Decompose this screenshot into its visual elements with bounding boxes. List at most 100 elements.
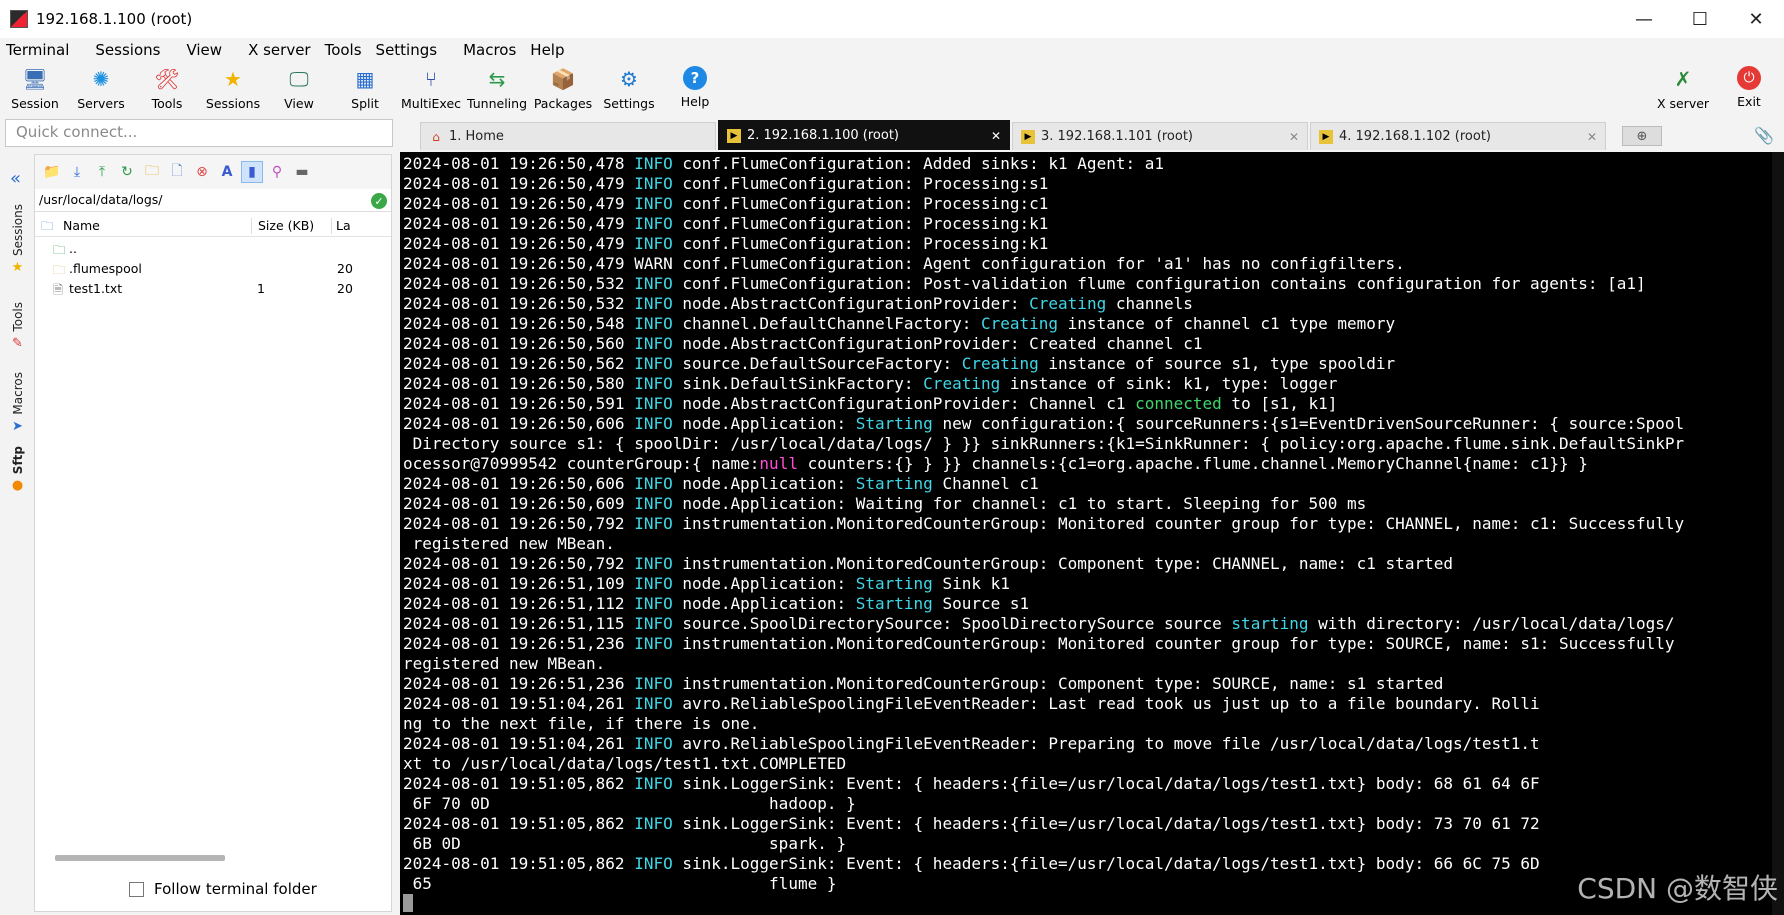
help-button[interactable]: ? Help [660, 66, 730, 109]
terminal-highlight: INFO [634, 614, 673, 633]
servers-button[interactable]: ✺ Servers [66, 66, 136, 111]
tab-session-3-label: 3. 192.168.1.101 (root) [1041, 129, 1193, 144]
tab-session-3[interactable]: ▶ 3. 192.168.1.101 (root) ✕ [1012, 122, 1308, 150]
close-button[interactable]: ✕ [1728, 0, 1784, 38]
download-icon[interactable]: ⤓ [66, 161, 88, 183]
new-tab-button[interactable]: ⊕ [1622, 126, 1662, 146]
column-last-modified[interactable]: La [331, 218, 351, 234]
exit-button[interactable]: ⏻ Exit [1714, 66, 1784, 109]
terminal-text: instance of channel c1 type memory [1058, 314, 1396, 333]
refresh-icon[interactable]: ↻ [116, 161, 138, 183]
menu-help[interactable]: Help [530, 41, 564, 59]
multiexec-button[interactable]: ⑂ MultiExec [396, 66, 466, 111]
column-name[interactable]: Name [63, 218, 100, 233]
menu-sessions[interactable]: Sessions [95, 41, 160, 59]
menu-settings[interactable]: Settings [376, 41, 438, 59]
terminal-highlight: INFO [634, 394, 673, 413]
minimize-button[interactable]: — [1616, 0, 1672, 38]
terminal-highlight: INFO [634, 234, 673, 253]
terminal-text: 2024-08-01 19:26:50,478 [403, 154, 635, 173]
session-tab-bar: ⌂ 1. Home ▶ 2. 192.168.1.100 (root) ✕ ▶ … [402, 118, 1784, 152]
sftp-path-input[interactable]: /usr/local/data/logs/ ✓ [35, 190, 391, 212]
terminal-line: 2024-08-01 19:26:50,479 INFO conf.FlumeC… [403, 174, 1781, 194]
terminal-view[interactable]: 2024-08-01 19:26:50,478 INFO conf.FlumeC… [400, 152, 1784, 915]
file-row[interactable]: 🗀 .. [35, 239, 391, 259]
open-with-icon[interactable]: ⚲ [266, 161, 288, 183]
xserver-button-label: X server [1656, 96, 1710, 111]
sftp-path-text: /usr/local/data/logs/ [39, 192, 163, 207]
side-tab-sftp[interactable]: Sftp ● [6, 446, 29, 493]
sessions-button[interactable]: ★ Sessions [198, 66, 268, 111]
terminal-text: 2024-08-01 19:26:50,532 [403, 274, 635, 293]
file-name: .flumespool [69, 261, 142, 276]
side-tab-tools[interactable]: Tools ✎ [6, 302, 29, 351]
terminal-text: Sink k1 [932, 574, 1010, 593]
menu-terminal[interactable]: Terminal [6, 41, 69, 59]
new-folder-icon[interactable]: 🗀 [141, 161, 163, 183]
terminal-highlight: Starting [855, 414, 933, 433]
close-tab-icon[interactable]: ✕ [991, 129, 1001, 143]
terminal-text: node.Application: [672, 414, 856, 433]
tab-session-2[interactable]: ▶ 2. 192.168.1.100 (root) ✕ [718, 120, 1010, 150]
menu-view[interactable]: View [186, 41, 222, 59]
path-ok-icon[interactable]: ✓ [371, 193, 387, 209]
side-tab-macros[interactable]: Macros ➤ [6, 372, 29, 434]
tools-button[interactable]: 🛠 Tools [132, 66, 202, 111]
collapse-sidebar-icon[interactable]: « [10, 168, 21, 189]
view-button[interactable]: 🖵 View [264, 66, 334, 111]
rename-icon[interactable]: A [216, 161, 238, 183]
terminal-line: 2024-08-01 19:26:50,479 INFO conf.FlumeC… [403, 214, 1781, 234]
file-name: test1.txt [69, 281, 123, 296]
text-file-icon: 🗎 [53, 282, 64, 297]
terminal-text: 2024-08-01 19:26:50,562 [403, 354, 635, 373]
terminal-line: 2024-08-01 19:26:51,112 INFO node.Applic… [403, 594, 1781, 614]
tab-session-4[interactable]: ▶ 4. 192.168.1.102 (root) ✕ [1310, 122, 1606, 150]
terminal-highlight: Creating [1029, 294, 1107, 313]
terminal-line: xt to /usr/local/data/logs/test1.txt.COM… [403, 754, 1781, 774]
terminal-line: 2024-08-01 19:26:50,532 INFO node.Abstra… [403, 294, 1781, 314]
close-tab-icon[interactable]: ✕ [1289, 130, 1299, 144]
file-row[interactable]: 🗎 test1.txt 1 20 [35, 279, 391, 299]
tunneling-button-label: Tunneling [467, 96, 527, 111]
split-button[interactable]: ▦ Split [330, 66, 400, 111]
quick-connect-input[interactable]: Quick connect... [5, 119, 393, 147]
sessions-button-label: Sessions [205, 96, 261, 111]
menu-macros[interactable]: Macros [463, 41, 516, 59]
delete-icon[interactable]: ⊗ [191, 161, 213, 183]
horizontal-scrollbar[interactable] [55, 855, 225, 861]
terminal-line: 2024-08-01 19:51:05,862 INFO sink.Logger… [403, 854, 1781, 874]
servers-button-label: Servers [77, 96, 125, 111]
maximize-button[interactable]: ☐ [1672, 0, 1728, 38]
terminal-scrollbar[interactable] [1772, 152, 1784, 915]
side-tab-strip: « Sessions ★ Tools ✎ Macros ➤ Sftp ● [4, 154, 31, 915]
follow-terminal-folder-checkbox[interactable]: Follow terminal folder [129, 880, 317, 898]
session-button[interactable]: 🖥 Session [0, 66, 70, 111]
parent-folder-icon[interactable]: 📁 [41, 161, 63, 183]
side-tab-sessions[interactable]: Sessions ★ [6, 204, 29, 275]
split-button-label: Split [351, 96, 379, 111]
terminal-text: 6B 0D spark. } [403, 834, 847, 853]
close-tab-icon[interactable]: ✕ [1587, 130, 1597, 144]
upload-icon[interactable]: ⤒ [91, 161, 113, 183]
terminal-text: ng to the next file, if there is one. [403, 714, 760, 733]
window-title: 192.168.1.100 (root) [36, 10, 193, 28]
xserver-button[interactable]: ✗ X server [1648, 66, 1718, 111]
menu-xserver[interactable]: X server [248, 41, 311, 59]
terminal-sync-icon[interactable]: ▬ [291, 161, 313, 183]
attachment-icon[interactable]: 📎 [1754, 126, 1774, 145]
tunneling-button[interactable]: ⇆ Tunneling [462, 66, 532, 111]
checkbox-box[interactable] [129, 881, 144, 897]
file-properties-icon[interactable]: ▮ [241, 161, 263, 183]
new-file-icon[interactable]: 🗋 [166, 161, 188, 183]
terminal-text: node.AbstractConfigurationProvider: Chan… [672, 394, 1136, 413]
terminal-text: 2024-08-01 19:26:50,560 [403, 334, 635, 353]
title-bar: 192.168.1.100 (root) — ☐ ✕ [0, 0, 1784, 38]
column-size[interactable]: Size (KB) [251, 218, 314, 234]
tab-home[interactable]: ⌂ 1. Home [420, 122, 716, 150]
menu-tools[interactable]: Tools [325, 41, 362, 59]
settings-button[interactable]: ⚙ Settings [594, 66, 664, 111]
terminal-text: node.Application: Waiting for channel: c… [672, 494, 1367, 513]
packages-button[interactable]: 📦 Packages [528, 66, 598, 111]
terminal-output: 2024-08-01 19:26:50,478 INFO conf.FlumeC… [403, 154, 1781, 894]
file-row[interactable]: 🗀 .flumespool 20 [35, 259, 391, 279]
